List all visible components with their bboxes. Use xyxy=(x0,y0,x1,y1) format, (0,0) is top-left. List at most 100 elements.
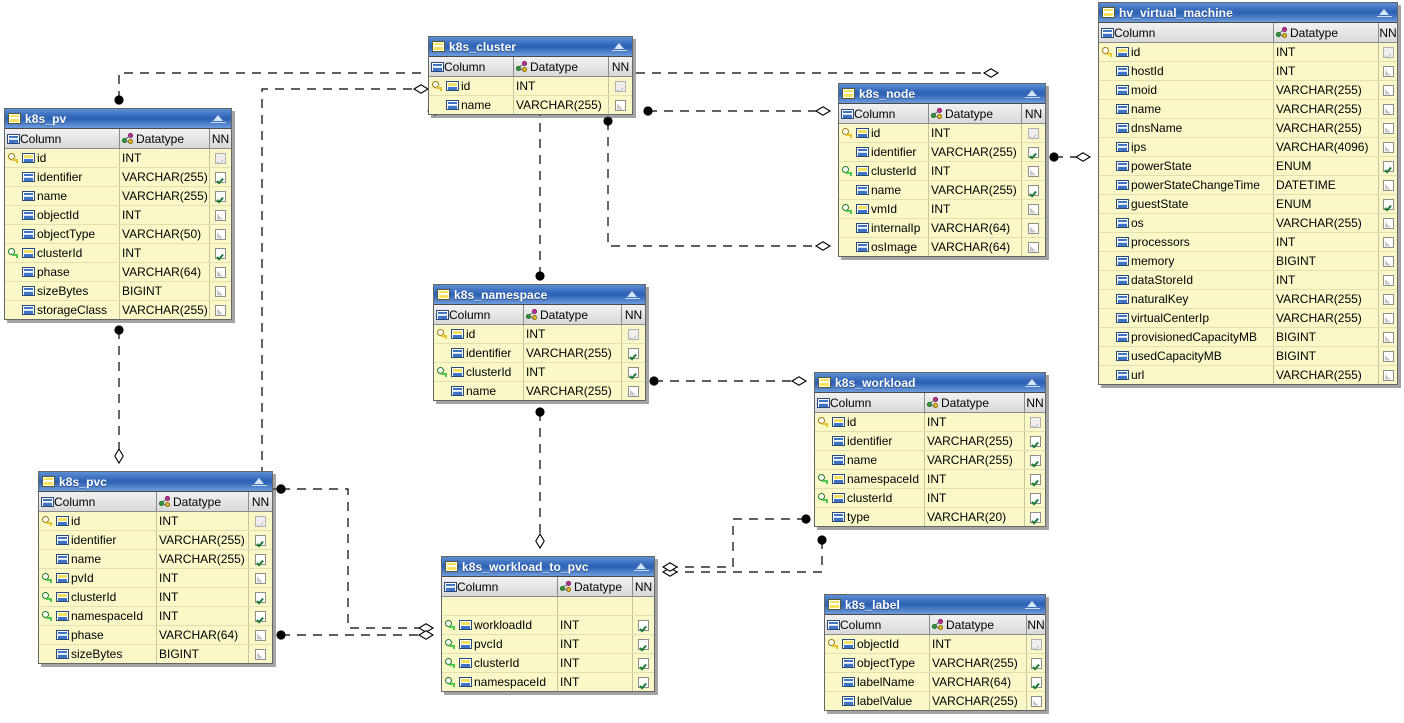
column-nn-cell[interactable] xyxy=(622,382,645,400)
column-nn-cell[interactable] xyxy=(1027,673,1045,691)
not-null-checkbox-unchecked[interactable] xyxy=(215,304,226,316)
column-nn-cell[interactable] xyxy=(1379,347,1397,365)
not-null-checkbox-unchecked[interactable] xyxy=(1382,350,1394,362)
column-nn-cell[interactable] xyxy=(249,512,272,530)
not-null-checkbox-unchecked[interactable] xyxy=(1382,217,1394,229)
not-null-checkbox-unchecked[interactable] xyxy=(1382,122,1394,134)
table-row[interactable]: id INT xyxy=(39,512,272,531)
table-row[interactable]: usedCapacityMB BIGINT xyxy=(1099,347,1397,366)
column-nn-cell[interactable] xyxy=(210,187,231,205)
column-nn-cell[interactable] xyxy=(1022,238,1045,256)
table-row[interactable]: namespaceId INT xyxy=(815,470,1045,489)
column-nn-cell[interactable] xyxy=(1022,162,1045,180)
table-row[interactable]: guestState ENUM xyxy=(1099,195,1397,214)
table-row[interactable]: dataStoreId INT xyxy=(1099,271,1397,290)
column-nn-cell[interactable] xyxy=(249,607,272,625)
column-nn-cell[interactable] xyxy=(249,588,272,606)
table-row[interactable]: labelValue VARCHAR(255) xyxy=(825,692,1045,710)
column-nn-cell[interactable] xyxy=(1379,176,1397,194)
column-nn-cell[interactable] xyxy=(1379,366,1397,384)
column-nn-cell[interactable] xyxy=(210,301,231,319)
not-null-checkbox-checked[interactable] xyxy=(638,638,649,650)
column-nn-cell[interactable] xyxy=(1379,309,1397,327)
not-null-checkbox-checked[interactable] xyxy=(1028,184,1039,196)
table-row[interactable]: identifier VARCHAR(255) xyxy=(815,432,1045,451)
not-null-checkbox-checked[interactable] xyxy=(628,366,639,378)
not-null-checkbox-checked[interactable] xyxy=(255,610,266,622)
column-nn-cell[interactable] xyxy=(1025,451,1045,469)
table-title-bar[interactable]: k8s_pvc xyxy=(39,472,272,492)
column-nn-cell[interactable] xyxy=(1022,143,1045,161)
not-null-checkbox-unchecked[interactable] xyxy=(1382,65,1394,77)
column-nn-cell[interactable] xyxy=(1025,413,1045,431)
table-k8s_namespace[interactable]: k8s_namespace Column Datatype NN id INT identi… xyxy=(433,284,646,401)
table-row[interactable]: identifier VARCHAR(255) xyxy=(5,168,231,187)
not-null-checkbox-checked[interactable] xyxy=(255,553,266,565)
collapse-button[interactable] xyxy=(634,558,649,576)
table-row[interactable]: clusterId INT xyxy=(39,588,272,607)
table-row[interactable]: id INT xyxy=(815,413,1045,432)
table-row[interactable]: pvcId INT xyxy=(442,635,654,654)
table-row[interactable]: name VARCHAR(255) xyxy=(839,181,1045,200)
column-nn-cell[interactable] xyxy=(1379,328,1397,346)
table-hv_virtual_machine[interactable]: hv_virtual_machine Column Datatype NN id INT h… xyxy=(1098,2,1398,385)
not-null-checkbox-unchecked[interactable] xyxy=(1382,312,1394,324)
table-title-bar[interactable]: k8s_cluster xyxy=(429,37,632,57)
not-null-checkbox-unchecked[interactable] xyxy=(1028,165,1039,177)
column-nn-cell[interactable] xyxy=(622,363,645,381)
not-null-checkbox-unchecked[interactable] xyxy=(1030,695,1042,707)
column-nn-cell[interactable] xyxy=(1025,489,1045,507)
table-row[interactable]: osImage VARCHAR(64) xyxy=(839,238,1045,256)
table-k8s_workload_to_pvc[interactable]: k8s_workload_to_pvc Column Datatype NN workl… xyxy=(441,556,655,692)
not-null-checkbox-checked[interactable] xyxy=(1030,676,1042,688)
table-row[interactable]: name VARCHAR(255) xyxy=(815,451,1045,470)
table-row[interactable]: id INT xyxy=(5,149,231,168)
not-null-checkbox-unchecked[interactable] xyxy=(215,209,226,221)
column-nn-cell[interactable] xyxy=(609,77,632,95)
column-nn-cell[interactable] xyxy=(249,569,272,587)
table-title-bar[interactable]: k8s_namespace xyxy=(434,285,645,305)
collapse-button[interactable] xyxy=(625,286,640,304)
column-nn-cell[interactable] xyxy=(633,635,654,653)
column-nn-cell[interactable] xyxy=(1379,138,1397,156)
table-row[interactable]: id INT xyxy=(434,325,645,344)
not-null-checkbox-checked[interactable] xyxy=(215,247,226,259)
column-nn-cell[interactable] xyxy=(609,96,632,114)
table-row[interactable]: virtualCenterIp VARCHAR(255) xyxy=(1099,309,1397,328)
column-nn-cell[interactable] xyxy=(1379,100,1397,118)
table-row[interactable]: objectId INT xyxy=(5,206,231,225)
not-null-checkbox-checked[interactable] xyxy=(628,347,639,359)
table-title-bar[interactable]: k8s_pv xyxy=(5,109,231,129)
column-nn-cell[interactable] xyxy=(210,168,231,186)
column-nn-cell[interactable] xyxy=(249,645,272,663)
table-row[interactable]: moid VARCHAR(255) xyxy=(1099,81,1397,100)
column-nn-cell[interactable] xyxy=(210,282,231,300)
table-row[interactable]: type VARCHAR(20) xyxy=(815,508,1045,526)
column-nn-cell[interactable] xyxy=(1022,219,1045,237)
table-row[interactable]: objectType VARCHAR(255) xyxy=(825,654,1045,673)
table-k8s_node[interactable]: k8s_node Column Datatype NN id INT identifier V… xyxy=(838,83,1046,257)
not-null-checkbox-checked[interactable] xyxy=(1028,146,1039,158)
table-title-bar[interactable]: k8s_workload xyxy=(815,373,1045,393)
table-row[interactable]: id INT xyxy=(839,124,1045,143)
column-nn-cell[interactable] xyxy=(1022,124,1045,142)
table-row[interactable]: namespaceId INT xyxy=(39,607,272,626)
table-row[interactable]: clusterId INT xyxy=(442,654,654,673)
table-row[interactable]: hostId INT xyxy=(1099,62,1397,81)
not-null-checkbox-checked[interactable] xyxy=(215,171,226,183)
not-null-checkbox-unchecked[interactable] xyxy=(1382,293,1394,305)
table-row[interactable]: objectId INT xyxy=(825,635,1045,654)
column-nn-cell[interactable] xyxy=(1025,508,1045,526)
column-nn-cell[interactable] xyxy=(1379,43,1397,61)
table-row[interactable] xyxy=(442,597,654,616)
table-k8s_workload[interactable]: k8s_workload Column Datatype NN id INT identif… xyxy=(814,372,1046,527)
table-row[interactable]: objectType VARCHAR(50) xyxy=(5,225,231,244)
table-row[interactable]: powerStateChangeTime DATETIME xyxy=(1099,176,1397,195)
not-null-checkbox-unchecked[interactable] xyxy=(1028,203,1039,215)
column-nn-cell[interactable] xyxy=(249,626,272,644)
column-nn-cell[interactable] xyxy=(622,325,645,343)
not-null-checkbox-checked[interactable] xyxy=(1029,473,1041,485)
table-row[interactable]: labelName VARCHAR(64) xyxy=(825,673,1045,692)
table-row[interactable]: pvId INT xyxy=(39,569,272,588)
table-row[interactable]: processors INT xyxy=(1099,233,1397,252)
